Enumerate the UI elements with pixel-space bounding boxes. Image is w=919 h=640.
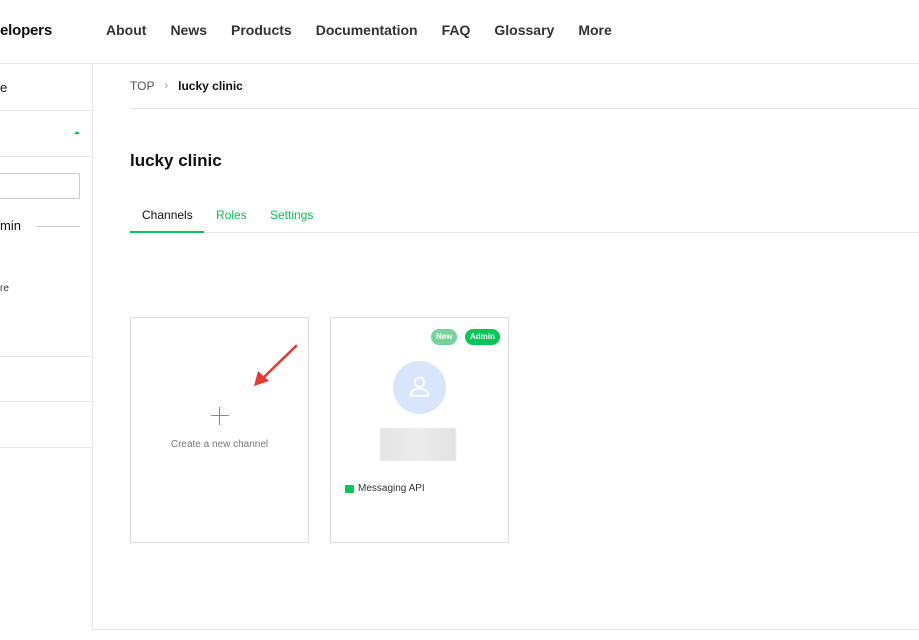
breadcrumb-current: lucky clinic	[178, 79, 243, 93]
channel-name-blurred	[380, 428, 456, 461]
sidebar-divider	[36, 226, 80, 227]
sidebar: e min re	[0, 64, 93, 630]
caret-up-icon[interactable]	[74, 131, 80, 134]
new-badge: New	[431, 329, 458, 345]
sidebar-search-input[interactable]	[0, 173, 80, 199]
nav-about[interactable]: About	[106, 22, 146, 38]
avatar	[393, 361, 446, 414]
sidebar-item-a[interactable]	[0, 356, 92, 402]
channel-card[interactable]: New Admin Messaging API	[330, 317, 509, 543]
divider	[93, 629, 919, 630]
chat-icon	[345, 484, 354, 493]
page-title: lucky clinic	[130, 151, 222, 170]
nav-products[interactable]: Products	[231, 22, 292, 38]
nav-documentation[interactable]: Documentation	[316, 22, 418, 38]
channel-type-label: Messaging API	[358, 483, 425, 494]
channel-type: Messaging API	[345, 483, 425, 494]
sidebar-item-home[interactable]: e	[0, 64, 92, 111]
tab-roles[interactable]: Roles	[216, 208, 247, 222]
sidebar-item-label: e	[0, 80, 8, 95]
sidebar-provider-toggle[interactable]	[0, 111, 92, 157]
nav-faq[interactable]: FAQ	[442, 22, 471, 38]
nav-news[interactable]: News	[170, 22, 207, 38]
plus-icon	[211, 407, 229, 425]
brand-logo[interactable]: elopers	[0, 22, 52, 39]
sidebar-item-b[interactable]	[0, 402, 92, 448]
active-tab-indicator	[130, 231, 204, 233]
main-content: TOP › lucky clinic lucky clinic Channels…	[93, 64, 919, 630]
user-icon	[409, 376, 430, 397]
tab-settings[interactable]: Settings	[270, 208, 313, 222]
tab-channels[interactable]: Channels	[142, 208, 193, 222]
breadcrumb-top-link[interactable]: TOP	[130, 79, 154, 93]
breadcrumb: TOP › lucky clinic	[130, 79, 243, 93]
nav-more[interactable]: More	[578, 22, 611, 38]
create-channel-label: Create a new channel	[170, 439, 269, 450]
sidebar-item-partial[interactable]: re	[0, 283, 9, 294]
admin-badge: Admin	[465, 329, 500, 345]
top-header: elopers About News Products Documentatio…	[0, 0, 919, 64]
chevron-right-icon: ›	[164, 80, 169, 92]
divider	[130, 108, 919, 109]
nav-glossary[interactable]: Glossary	[494, 22, 554, 38]
sidebar-admin-label: min	[0, 218, 21, 233]
tab-bar: Channels Roles Settings	[130, 204, 919, 233]
red-arrow-annotation	[254, 344, 298, 386]
main-nav: About News Products Documentation FAQ Gl…	[106, 22, 612, 38]
